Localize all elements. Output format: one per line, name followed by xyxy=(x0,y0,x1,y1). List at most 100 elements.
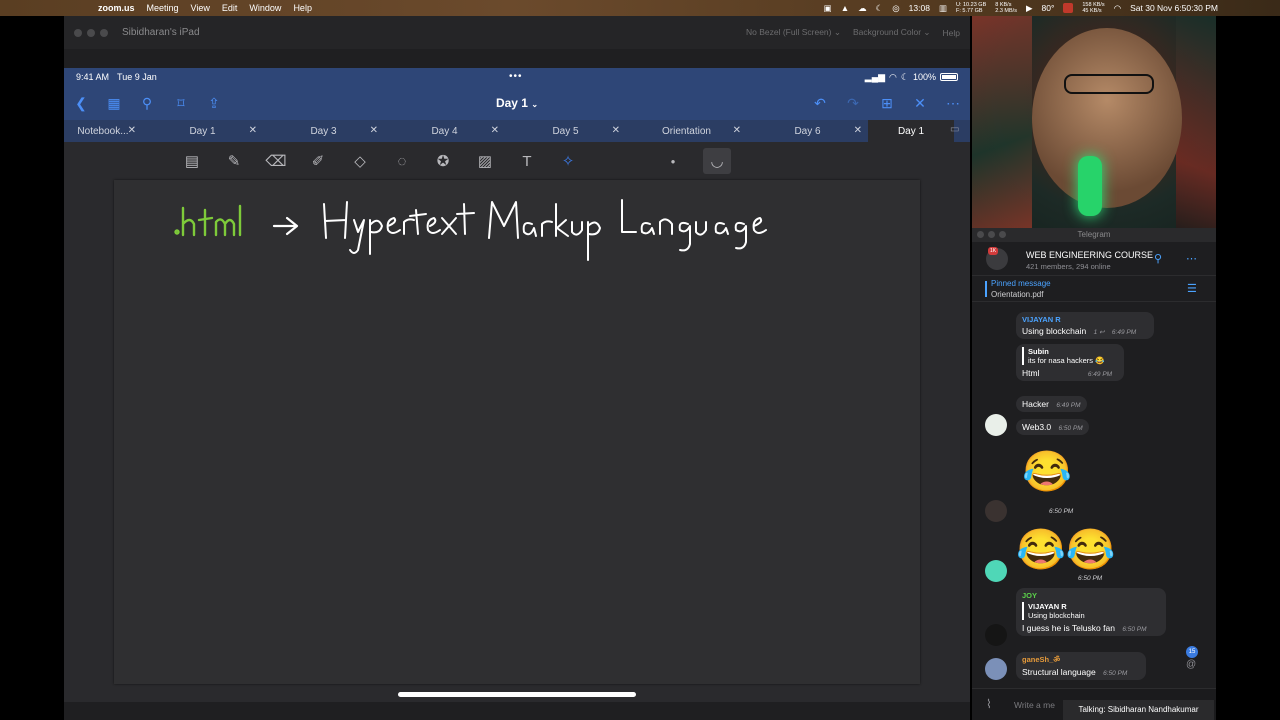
shapes-icon[interactable]: ◇ xyxy=(350,151,370,171)
bezel-select[interactable]: No Bezel (Full Screen) ⌄ xyxy=(746,27,841,38)
group-name[interactable]: WEB ENGINEERING COURSE xyxy=(1026,250,1153,260)
message-sender[interactable]: JOY xyxy=(1022,591,1160,600)
drive-icon[interactable]: ▲ xyxy=(841,3,849,13)
close-icon[interactable]: ✕ xyxy=(128,125,136,136)
zoom-titlebar: Sibidharan's iPad No Bezel (Full Screen)… xyxy=(64,16,970,49)
tab-label: Day 6 xyxy=(794,125,821,137)
chat-header[interactable]: 1K WEB ENGINEERING COURSE 421 members, 2… xyxy=(972,242,1216,276)
play-icon[interactable]: ▶ xyxy=(1026,3,1033,14)
message-bubble[interactable]: VIJAYAN R Using blockchain 1 ↩ 6:49 PM xyxy=(1016,312,1154,339)
close-window-button[interactable] xyxy=(977,231,984,238)
highlighter-icon[interactable]: ✐ xyxy=(308,151,328,171)
close-icon[interactable]: ✕ xyxy=(491,125,499,136)
tab-day-3[interactable]: Day 3 ✕ xyxy=(263,120,384,142)
emoji-message[interactable]: 😂😂 xyxy=(1016,528,1116,572)
menu-help[interactable]: Help xyxy=(293,3,312,13)
zoom-status-icon[interactable]: ▣ xyxy=(824,3,832,14)
unread-count-badge[interactable]: 15 xyxy=(1186,646,1198,658)
message-bubble[interactable]: Web3.0 6:50 PM xyxy=(1016,419,1089,435)
close-icon[interactable]: ✕ xyxy=(733,125,741,136)
tab-label: Orientation xyxy=(662,125,711,137)
zoom-help-button[interactable]: Help xyxy=(943,28,960,38)
datetime[interactable]: Sat 30 Nov 6:50:30 PM xyxy=(1130,3,1218,13)
wifi-icon[interactable]: ◠ xyxy=(1114,3,1121,14)
pinned-label: Pinned message xyxy=(991,279,1051,288)
menu-view[interactable]: View xyxy=(191,3,210,13)
image-icon[interactable]: ▨ xyxy=(475,151,495,171)
mic-indicator-icon[interactable] xyxy=(1063,3,1074,13)
zoom-window-title: Sibidharan's iPad xyxy=(122,27,200,38)
search-icon[interactable]: ⚲ xyxy=(1154,252,1162,265)
document-title[interactable]: Day 1 ⌄ xyxy=(64,96,970,110)
message-bubble[interactable]: Subin its for nasa hackers 😂 Html 6:49 P… xyxy=(1016,344,1124,381)
message-input[interactable]: Write a me xyxy=(1014,700,1055,710)
reply-quote[interactable]: Subin its for nasa hackers 😂 xyxy=(1022,347,1118,365)
tab-label: Day 1 xyxy=(189,125,216,137)
user-avatar[interactable] xyxy=(985,414,1007,436)
menu-meeting[interactable]: Meeting xyxy=(147,3,179,13)
attach-icon[interactable]: ⌇ xyxy=(986,697,992,711)
moon-icon[interactable]: ☾ xyxy=(876,3,884,14)
tab-day-1-active[interactable]: Day 1 xyxy=(868,120,954,142)
document-title-text: Day 1 xyxy=(495,96,528,110)
emoji-message[interactable]: 😂 xyxy=(1022,450,1072,494)
note-page[interactable] xyxy=(114,180,920,684)
tab-notebook[interactable]: Notebook... ✕ xyxy=(64,120,142,142)
menu-edit[interactable]: Edit xyxy=(222,3,238,13)
tab-orientation[interactable]: Orientation ✕ xyxy=(626,120,747,142)
close-window-button[interactable] xyxy=(74,28,82,37)
reply-quote[interactable]: VIJAYAN R Using blockchain xyxy=(1022,602,1160,620)
menu-app-name[interactable]: zoom.us xyxy=(98,3,135,13)
close-edit-icon[interactable]: ✕ xyxy=(911,94,929,112)
sticker-icon[interactable]: ✪ xyxy=(433,151,453,171)
menu-window[interactable]: Window xyxy=(249,3,281,13)
pinned-message[interactable]: Pinned message Orientation.pdf ☰ xyxy=(972,276,1216,302)
cloud-icon[interactable]: ☁ xyxy=(858,3,867,14)
message-bubble[interactable]: Hacker 6:49 PM xyxy=(1016,396,1087,412)
mention-icon[interactable]: @ xyxy=(1186,659,1196,670)
stroke-style-icon[interactable]: ◡ xyxy=(703,148,731,174)
tab-day-5[interactable]: Day 5 ✕ xyxy=(505,120,626,142)
user-avatar[interactable] xyxy=(985,560,1007,582)
timer-readout[interactable]: 13:08 xyxy=(909,3,930,13)
multitask-dots-icon[interactable]: ••• xyxy=(509,71,523,82)
user-avatar[interactable] xyxy=(985,658,1007,680)
eraser-icon[interactable]: ⌫ xyxy=(265,151,286,171)
undo-icon[interactable]: ↶ xyxy=(811,94,829,112)
close-icon[interactable]: ✕ xyxy=(612,125,620,136)
pen-icon[interactable]: ✎ xyxy=(224,151,244,171)
tab-day-1[interactable]: Day 1 ✕ xyxy=(142,120,263,142)
more-icon[interactable]: ⋯ xyxy=(944,94,962,112)
text-tool-icon[interactable]: T xyxy=(517,151,537,171)
share-options: No Bezel (Full Screen) ⌄ Background Colo… xyxy=(746,16,960,49)
stroke-dot-icon[interactable]: ● xyxy=(663,151,683,171)
minimize-window-button[interactable] xyxy=(988,231,995,238)
record-icon[interactable]: ◎ xyxy=(892,3,899,14)
message-list: VIJAYAN R Using blockchain 1 ↩ 6:49 PM S… xyxy=(972,302,1216,686)
message-sender[interactable]: ganeSh_ॐ xyxy=(1022,655,1140,665)
laser-pointer-icon[interactable]: ✧ xyxy=(558,151,578,171)
message-sender[interactable]: VIJAYAN R xyxy=(1022,315,1148,324)
redo-icon[interactable]: ↷ xyxy=(844,94,862,112)
user-avatar[interactable] xyxy=(985,500,1007,522)
pinned-list-icon[interactable]: ☰ xyxy=(1187,282,1197,295)
user-avatar[interactable] xyxy=(985,624,1007,646)
add-page-icon[interactable]: ⊞ xyxy=(878,94,896,112)
tab-day-6[interactable]: Day 6 ✕ xyxy=(747,120,868,142)
message-bubble[interactable]: JOY VIJAYAN R Using blockchain I guess h… xyxy=(1016,588,1166,636)
lasso-icon[interactable]: ◌ xyxy=(392,151,412,171)
message-bubble[interactable]: ganeSh_ॐ Structural language 6:50 PM xyxy=(1016,652,1146,680)
read-mode-icon[interactable]: ▤ xyxy=(182,151,202,171)
close-icon[interactable]: ✕ xyxy=(854,125,862,136)
close-icon[interactable]: ✕ xyxy=(249,125,257,136)
tab-overview-icon[interactable]: ▭ xyxy=(950,124,959,135)
close-icon[interactable]: ✕ xyxy=(370,125,378,136)
minimize-window-button[interactable] xyxy=(87,28,95,37)
tab-day-4[interactable]: Day 4 ✕ xyxy=(384,120,505,142)
more-icon[interactable]: ⋯ xyxy=(1186,252,1197,265)
grid-icon[interactable]: ▥ xyxy=(939,3,947,14)
home-indicator[interactable] xyxy=(398,692,636,697)
zoom-window-button[interactable] xyxy=(999,231,1006,238)
background-color-select[interactable]: Background Color ⌄ xyxy=(853,27,931,38)
zoom-window-button[interactable] xyxy=(100,28,108,37)
